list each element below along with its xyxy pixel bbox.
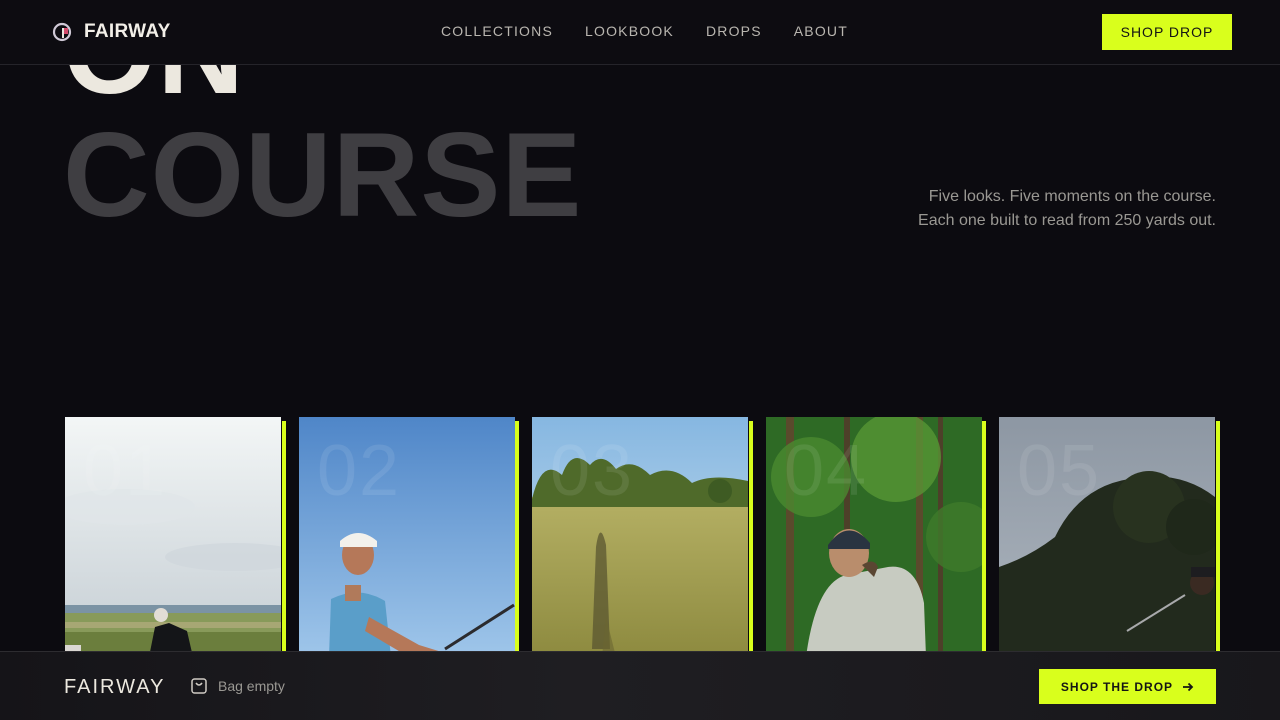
nav-link-about[interactable]: ABOUT [794, 23, 848, 39]
hero-subtitle: Five looks. Five moments on the course. … [856, 185, 1216, 233]
look-card-1[interactable]: 01 [65, 417, 281, 657]
hero-subtitle-line-2: Each one built to read from 250 yards ou… [918, 212, 1216, 229]
shop-the-drop-button[interactable]: SHOP THE DROP [1039, 669, 1216, 704]
nav-link-lookbook[interactable]: LOOKBOOK [585, 23, 674, 39]
look-4-accent-bar [982, 421, 986, 657]
look-1-accent-bar [282, 421, 286, 657]
bottom-shop-bar: FAIRWAY Bag empty SHOP THE DROP [0, 651, 1280, 720]
look-5-accent-bar [1216, 421, 1220, 657]
look-card-2[interactable]: 02 [299, 417, 515, 657]
look-card-3[interactable]: 03 [532, 417, 748, 657]
arrow-right-icon [1183, 682, 1194, 691]
look-number: 02 [317, 431, 402, 511]
brand-name: FAIRWAY [84, 21, 171, 42]
look-2-accent-bar [515, 421, 519, 657]
top-navigation: FAIRWAY COLLECTIONS LOOKBOOK DROPS ABOUT… [0, 0, 1280, 65]
shop-drop-button[interactable]: SHOP DROP [1102, 14, 1232, 50]
look-card-5[interactable]: 05 [999, 417, 1215, 657]
look-3-accent-bar [749, 421, 753, 657]
lookbook-page: FAIRWAY COLLECTIONS LOOKBOOK DROPS ABOUT… [0, 0, 1280, 720]
main-nav: COLLECTIONS LOOKBOOK DROPS ABOUT [441, 23, 880, 39]
look-number: 03 [550, 431, 635, 511]
look-number: 05 [1017, 431, 1102, 511]
bag-status[interactable]: Bag empty [190, 677, 285, 695]
shop-the-drop-label: SHOP THE DROP [1060, 679, 1174, 694]
bag-status-text: Bag empty [218, 678, 285, 694]
nav-link-drops[interactable]: DROPS [706, 23, 762, 39]
golf-flag-logo-icon [52, 22, 72, 42]
hero-subtitle-line-1: Five looks. Five moments on the course. [928, 188, 1216, 205]
hero-title-line-2: COURSE [63, 108, 583, 242]
look-card-4[interactable]: 04 [766, 417, 982, 657]
nav-link-collections[interactable]: COLLECTIONS [441, 23, 553, 39]
bottom-bar-brand[interactable]: FAIRWAY [64, 676, 165, 699]
look-number: 04 [784, 431, 869, 511]
shopping-bag-icon [191, 678, 207, 694]
brand[interactable]: FAIRWAY [52, 20, 171, 44]
look-number: 01 [83, 431, 168, 511]
